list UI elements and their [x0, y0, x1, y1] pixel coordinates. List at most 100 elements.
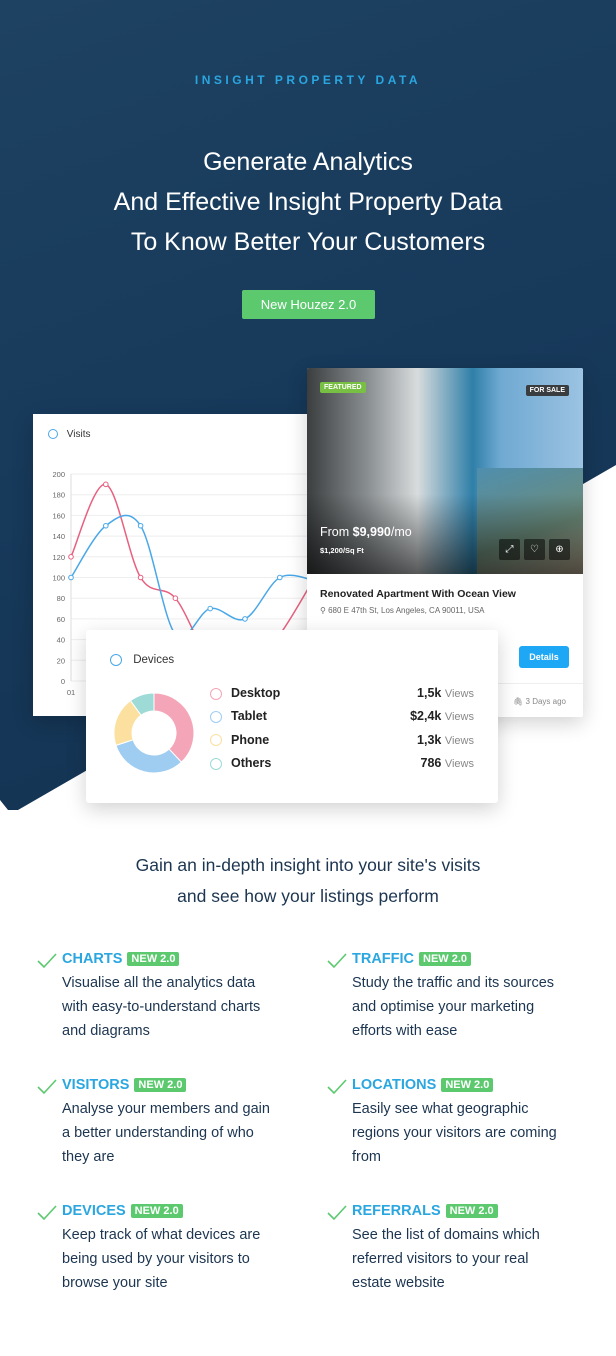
description-line: browse your site	[62, 1275, 168, 1291]
location-pin-icon: ⚲	[320, 606, 329, 615]
eyebrow: INSIGHT PROPERTY DATA	[194, 73, 422, 87]
y-tick-label: 0	[61, 677, 65, 686]
new-houzez-button[interactable]: New Houzez 2.0	[242, 290, 375, 319]
devices-title: Devices	[110, 654, 174, 666]
description-line: and diagrams	[62, 1023, 150, 1039]
data-point	[277, 574, 283, 581]
feature-description: Study the traffic and its sources and opt…	[352, 971, 612, 1043]
description-line: estate website	[352, 1275, 445, 1291]
data-point	[242, 616, 248, 622]
device-views: 786 Views	[421, 756, 475, 770]
address-text: 680 E 47th St, Los Angeles, CA 90011, US…	[328, 606, 485, 615]
details-button[interactable]: Details	[519, 646, 569, 668]
price: From $9,990/mo	[320, 525, 412, 539]
y-tick-label: 180	[52, 491, 65, 500]
views-value: 1,5k	[417, 686, 442, 700]
legend-label: Desktop	[231, 686, 281, 700]
description-line: regions your visitors are coming	[352, 1125, 557, 1141]
new-badge: NEW 2.0	[127, 952, 180, 966]
paperclip-icon: 🖇	[513, 697, 526, 706]
feature-referrals: REFERRALS NEW 2.0 See the list of domains…	[327, 1202, 612, 1295]
description-line: See the list of domains which	[352, 1227, 540, 1243]
feature-description: See the list of domains which referred vi…	[352, 1223, 612, 1295]
feature-title: LOCATIONS	[352, 1077, 437, 1093]
headline-line: Generate Analytics	[203, 148, 413, 176]
devices-card: Devices Desktop 1,5k Views Tablet $2,4k Vie…	[86, 630, 498, 803]
data-point	[68, 554, 74, 560]
new-badge: NEW 2.0	[419, 952, 472, 966]
description-line: with easy-to-understand charts	[62, 999, 261, 1015]
photo-actions: ⤢ ♡ ⊕	[499, 539, 570, 560]
property-photo[interactable]: FEATURED FOR SALE From $9,990/mo $1,200/…	[307, 368, 583, 574]
listing-date: 🖇 3 Days ago	[513, 697, 566, 706]
views-unit: Views	[444, 711, 474, 724]
subtitle-line: and see how your listings perform	[177, 886, 439, 906]
donut-slice-tablet	[115, 739, 183, 774]
data-point	[137, 522, 144, 529]
check-icon	[327, 1079, 347, 1095]
description-line: and optimise your marketing	[352, 999, 535, 1015]
legend-label: Others	[231, 755, 272, 770]
legend-ring-icon	[210, 711, 222, 723]
data-point	[137, 574, 144, 581]
check-icon	[37, 953, 57, 969]
legend-label: Tablet	[231, 709, 267, 724]
feature-visitors: VISITORS NEW 2.0 Analyse your members and…	[37, 1076, 322, 1169]
new-badge: NEW 2.0	[134, 1078, 187, 1092]
device-views: $2,4k Views	[410, 709, 474, 723]
description-line: a better understanding of who	[62, 1125, 254, 1141]
y-tick-label: 200	[52, 470, 65, 479]
description-line: referred visitors to your real	[352, 1251, 529, 1267]
feature-description: Analyse your members and gain a better un…	[62, 1097, 322, 1169]
featured-badge: FEATURED	[320, 382, 366, 393]
property-address: ⚲ 680 E 47th St, Los Angeles, CA 90011, …	[320, 606, 485, 615]
device-views: 1,5k Views	[417, 686, 474, 700]
headline-line: To Know Better Your Customers	[130, 228, 486, 256]
device-views: 1,3k Views	[417, 733, 474, 747]
devices-donut-chart	[113, 692, 195, 774]
heart-icon[interactable]: ♡	[524, 539, 545, 560]
description-line: Keep track of what devices are	[62, 1227, 261, 1243]
x-tick-label: 01	[67, 688, 75, 697]
y-tick-label: 120	[52, 553, 65, 562]
check-icon	[37, 1205, 57, 1221]
data-point	[172, 595, 179, 601]
description-line: Visualise all the analytics data	[62, 975, 256, 991]
y-tick-label: 20	[57, 656, 65, 665]
legend-item-desktop: Desktop	[210, 686, 280, 700]
views-unit: Views	[444, 757, 474, 770]
feature-description: Visualise all the analytics data with eas…	[62, 971, 322, 1043]
new-badge: NEW 2.0	[445, 1204, 498, 1218]
data-point	[68, 574, 74, 581]
y-tick-label: 40	[57, 636, 65, 645]
y-tick-label: 80	[57, 594, 65, 603]
section-subtitle: Gain an in-depth insight into your site'…	[0, 850, 616, 912]
check-icon	[327, 1205, 347, 1221]
views-unit: Views	[444, 688, 474, 700]
feature-title: DEVICES	[62, 1203, 126, 1219]
data-point	[103, 522, 109, 529]
data-point	[103, 481, 109, 488]
donut-slice-desktop	[153, 692, 195, 763]
expand-icon[interactable]: ⤢	[499, 539, 520, 560]
views-unit: Views	[444, 734, 474, 747]
price-per-sqft: $1,200/Sq Ft	[320, 546, 364, 555]
views-value: 1,3k	[417, 732, 442, 747]
legend-label: Phone	[231, 732, 270, 747]
subtitle-line: Gain an in-depth insight into your site'…	[135, 855, 481, 875]
devices-label: Devices	[133, 654, 175, 667]
price-suffix: /mo	[390, 525, 412, 539]
feature-locations: LOCATIONS NEW 2.0 Easily see what geograp…	[327, 1076, 612, 1169]
feature-traffic: TRAFFIC NEW 2.0 Study the traffic and its…	[327, 950, 612, 1043]
description-line: they are	[62, 1149, 115, 1165]
date-text: 3 Days ago	[525, 697, 566, 706]
y-tick-label: 60	[57, 615, 65, 624]
legend-ring-icon	[210, 734, 222, 747]
add-icon[interactable]: ⊕	[549, 539, 570, 560]
check-icon	[37, 1079, 57, 1095]
description-line: Study the traffic and its sources	[352, 975, 555, 991]
property-title[interactable]: Renovated Apartment With Ocean View	[320, 588, 516, 600]
feature-title: VISITORS	[62, 1077, 130, 1093]
description-line: being used by your visitors to	[62, 1251, 250, 1267]
y-tick-label: 100	[52, 574, 65, 583]
